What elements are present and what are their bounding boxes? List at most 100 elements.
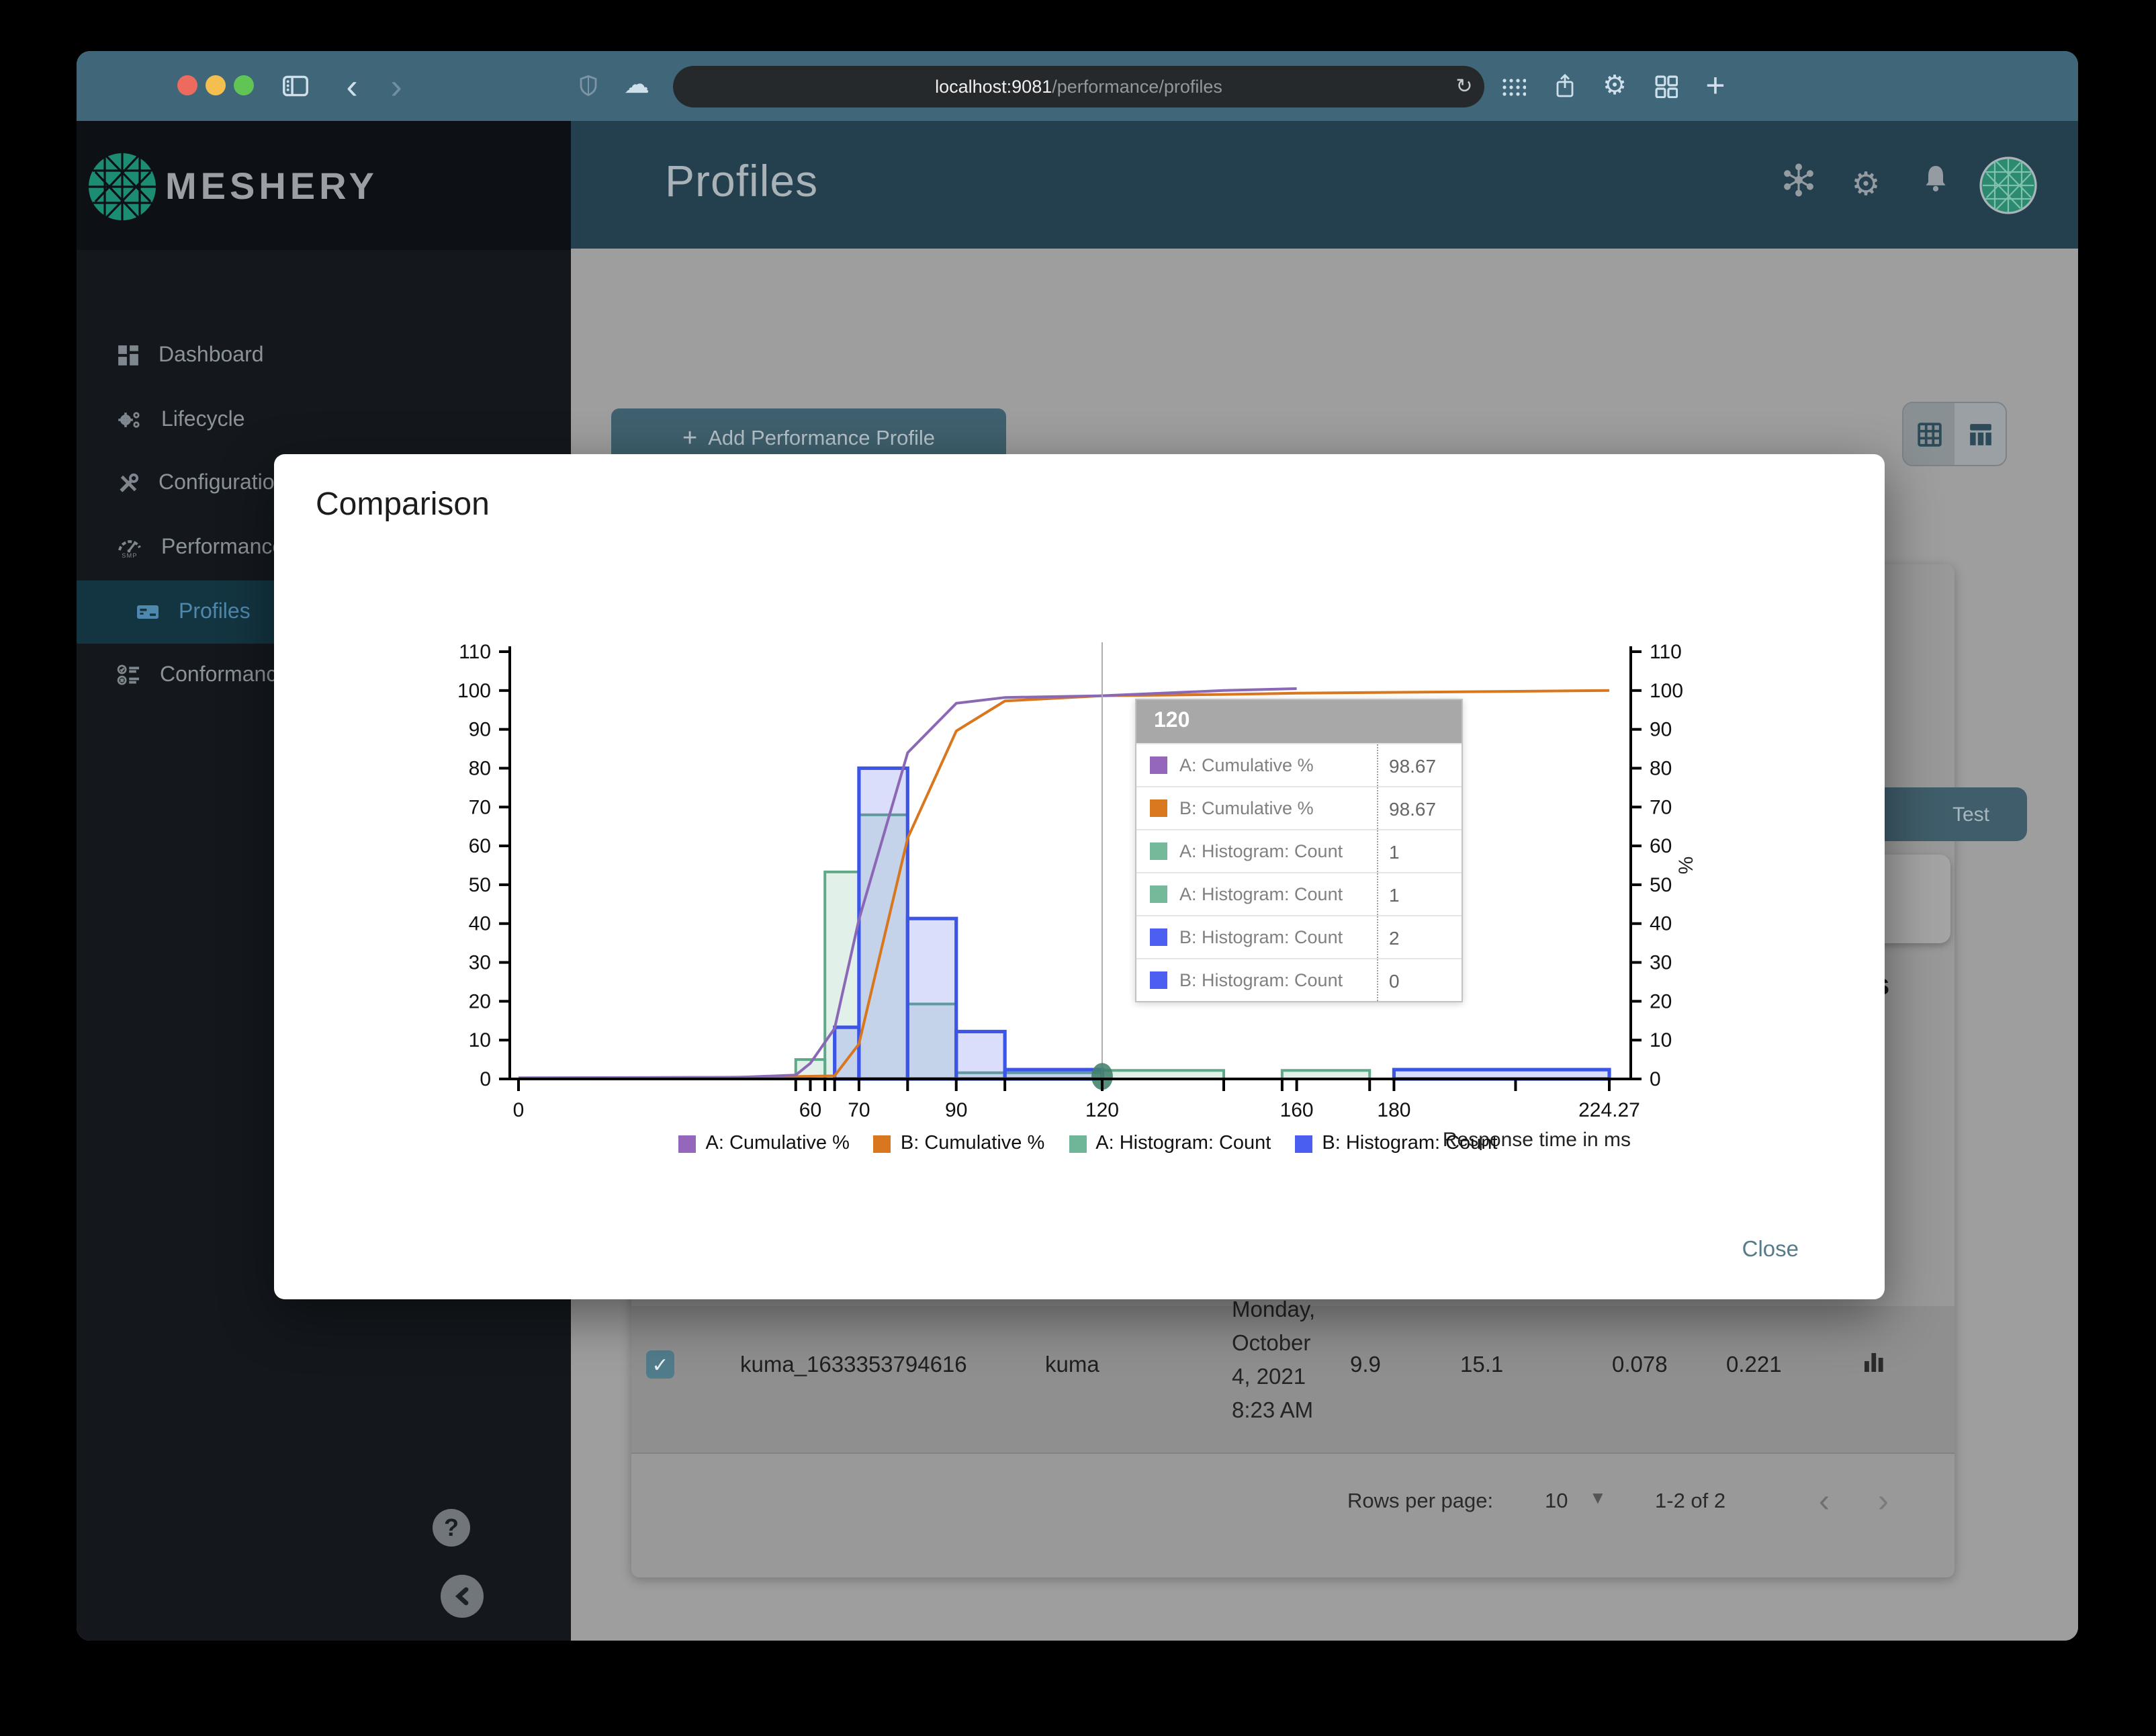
svg-text:110: 110 bbox=[1650, 641, 1682, 663]
browser-titlebar: ‹ › ☁ localhost:9081/performance/profile… bbox=[77, 51, 2078, 121]
legend-item[interactable]: A: Histogram: Count bbox=[1069, 1133, 1271, 1154]
sidebar-item-label: Lifecycle bbox=[161, 408, 245, 431]
url-bar[interactable]: localhost:9081/performance/profiles bbox=[673, 66, 1484, 107]
pagination-range: 1-2 of 2 bbox=[1655, 1490, 1726, 1513]
svg-text:SMP: SMP bbox=[122, 552, 138, 559]
add-performance-profile-label: Add Performance Profile bbox=[708, 427, 935, 449]
tooltip-row: A: Cumulative % 98.67 bbox=[1136, 743, 1462, 786]
previous-page-icon[interactable]: ‹ bbox=[1819, 1483, 1830, 1521]
rows-per-page-caret-icon[interactable]: ▼ bbox=[1589, 1487, 1607, 1508]
row-p50: 0.078 bbox=[1612, 1353, 1668, 1377]
rows-per-page-label: Rows per page: bbox=[1347, 1490, 1494, 1513]
lifecycle-icon bbox=[118, 412, 140, 428]
zoom-window-button[interactable] bbox=[234, 75, 254, 95]
tab-overview-icon[interactable] bbox=[1646, 51, 1686, 121]
tooltip-row: B: Cumulative % 98.67 bbox=[1136, 786, 1462, 829]
run-test-label: Test bbox=[1952, 803, 1989, 826]
collapse-sidebar-button[interactable] bbox=[441, 1575, 484, 1618]
row-date: Monday, October 4, 2021 8:23 AM bbox=[1232, 1298, 1316, 1423]
svg-text:50: 50 bbox=[469, 874, 491, 896]
row-checkbox[interactable]: ✓ bbox=[646, 1350, 674, 1379]
reload-icon[interactable]: ↻ bbox=[1444, 66, 1484, 107]
chart-legend: A: Cumulative % B: Cumulative % A: Histo… bbox=[443, 1133, 1733, 1154]
svg-text:90: 90 bbox=[469, 719, 491, 741]
meshery-logo-icon bbox=[89, 153, 156, 220]
sidebar-toggle-icon[interactable] bbox=[275, 51, 316, 121]
page-title: Profiles bbox=[665, 156, 819, 206]
logo-text: MESHERY bbox=[165, 165, 378, 207]
svg-text:160: 160 bbox=[1280, 1099, 1314, 1121]
legend-swatch bbox=[873, 1135, 891, 1152]
share-icon[interactable] bbox=[1545, 51, 1585, 121]
sidebar-item-label: Dashboard bbox=[159, 343, 264, 366]
legend-label: A: Cumulative % bbox=[705, 1133, 850, 1154]
next-page-icon[interactable]: › bbox=[1878, 1483, 1889, 1521]
cloud-icon[interactable]: ☁ bbox=[617, 51, 657, 121]
svg-text:0: 0 bbox=[513, 1099, 525, 1121]
sidebar-item-lifecycle[interactable]: Lifecycle bbox=[77, 388, 571, 451]
svg-text:40: 40 bbox=[1650, 913, 1672, 935]
row-qps: 9.9 bbox=[1350, 1353, 1381, 1377]
mesh-adapters-icon[interactable] bbox=[1776, 163, 1822, 208]
svg-text:80: 80 bbox=[1650, 757, 1672, 779]
grid-view-button[interactable] bbox=[1903, 403, 1955, 465]
sidebar-item-label: Performance bbox=[161, 535, 285, 558]
svg-text:30: 30 bbox=[469, 952, 491, 974]
back-button[interactable]: ‹ bbox=[332, 51, 372, 121]
settings-gear-icon[interactable]: ⚙ bbox=[1843, 163, 1889, 208]
legend-item[interactable]: B: Histogram: Count bbox=[1295, 1133, 1498, 1154]
minimize-window-button[interactable] bbox=[206, 75, 226, 95]
comparison-chart[interactable]: 0 0 10 10 20 20 30 30 40 40 50 50 60 60 70 70 80 80 90 90 10… bbox=[443, 632, 1733, 1156]
svg-text:70: 70 bbox=[469, 796, 491, 818]
screenshot-stage: ‹ › ☁ localhost:9081/performance/profile… bbox=[0, 0, 2156, 1736]
legend-swatch bbox=[678, 1135, 697, 1152]
legend-item[interactable]: B: Cumulative % bbox=[873, 1133, 1045, 1154]
forward-button[interactable]: › bbox=[376, 51, 416, 121]
tab-groups-icon[interactable] bbox=[1494, 51, 1534, 121]
series-swatch bbox=[1150, 842, 1167, 860]
svg-text:20: 20 bbox=[469, 990, 491, 1012]
notifications-bell-icon[interactable] bbox=[1913, 163, 1959, 208]
sidebar-item-label: Conformance bbox=[160, 663, 289, 686]
series-swatch bbox=[1150, 971, 1167, 989]
comparison-modal: Comparison 0 0 10 10 20 20 30 30 40 40 50 50 60 60 70 7… bbox=[274, 454, 1885, 1299]
svg-text:70: 70 bbox=[1650, 796, 1672, 818]
legend-label: B: Histogram: Count bbox=[1322, 1133, 1498, 1154]
view-toggle bbox=[1902, 402, 2007, 466]
svg-text:100: 100 bbox=[457, 680, 491, 702]
table-view-button[interactable] bbox=[1955, 403, 2006, 465]
settings-gear-icon[interactable]: ⚙ bbox=[1594, 51, 1635, 121]
sidebar-item-dashboard[interactable]: Dashboard bbox=[77, 324, 571, 387]
logo-bar: MESHERY bbox=[77, 121, 571, 250]
legend-item[interactable]: A: Cumulative % bbox=[678, 1133, 850, 1154]
new-tab-icon[interactable]: + bbox=[1695, 51, 1736, 121]
rows-per-page-value[interactable]: 10 bbox=[1545, 1490, 1568, 1514]
legend-label: B: Cumulative % bbox=[900, 1133, 1045, 1154]
avatar[interactable] bbox=[1979, 156, 2038, 222]
browser-window: ‹ › ☁ localhost:9081/performance/profile… bbox=[77, 51, 2078, 1641]
series-swatch bbox=[1150, 928, 1167, 946]
svg-text:30: 30 bbox=[1650, 952, 1672, 974]
dashboard-icon bbox=[118, 345, 138, 365]
svg-text:60: 60 bbox=[1650, 835, 1672, 857]
app-header: Profiles ⚙ bbox=[571, 121, 2078, 249]
grid-view-icon bbox=[1917, 422, 1941, 446]
svg-text:10: 10 bbox=[469, 1029, 491, 1051]
svg-text:120: 120 bbox=[1085, 1099, 1119, 1121]
configuration-icon bbox=[120, 473, 139, 492]
svg-text:90: 90 bbox=[1650, 719, 1672, 741]
chevron-left-icon bbox=[455, 1587, 469, 1606]
series-swatch bbox=[1150, 885, 1167, 903]
svg-text:90: 90 bbox=[945, 1099, 967, 1121]
row-duration: 15.1 bbox=[1460, 1353, 1504, 1377]
row-p99: 0.221 bbox=[1726, 1353, 1782, 1377]
series-swatch bbox=[1150, 756, 1167, 774]
modal-title: Comparison bbox=[316, 486, 490, 523]
row-chart-icon[interactable] bbox=[1863, 1349, 1885, 1380]
legend-swatch bbox=[1295, 1135, 1313, 1152]
svg-text:0: 0 bbox=[480, 1068, 491, 1090]
help-button[interactable]: ? bbox=[433, 1509, 470, 1547]
close-button[interactable]: Close bbox=[1734, 1236, 1807, 1264]
tooltip-row: A: Histogram: Count 1 bbox=[1136, 872, 1462, 915]
close-window-button[interactable] bbox=[177, 75, 197, 95]
